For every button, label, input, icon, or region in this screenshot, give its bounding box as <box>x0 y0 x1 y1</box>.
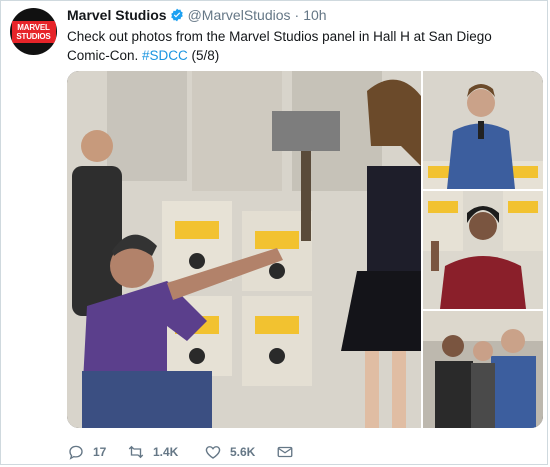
tweet-timestamp[interactable]: 10h <box>303 7 326 23</box>
hashtag-link[interactable]: #SDCC <box>142 48 188 63</box>
photo-grid <box>67 71 543 428</box>
photo-thumb-3[interactable] <box>423 311 543 428</box>
account-name[interactable]: Marvel Studios <box>67 7 167 23</box>
tweet-text-body: Check out photos from the Marvel Studios… <box>67 29 492 63</box>
account-handle[interactable]: @MarvelStudios <box>188 7 291 23</box>
retweet-icon <box>128 445 144 459</box>
avatar[interactable]: MARVEL STUDIOS <box>10 8 57 55</box>
retweet-button[interactable]: 1.4K <box>127 443 204 461</box>
photo-main[interactable] <box>67 71 421 428</box>
tweet-card: MARVEL STUDIOS Marvel Studios @MarvelStu… <box>0 0 548 465</box>
direct-message-button[interactable] <box>276 443 294 461</box>
reply-icon <box>69 445 83 460</box>
retweet-count: 1.4K <box>153 445 179 459</box>
envelope-icon <box>277 446 293 458</box>
reply-button[interactable]: 17 <box>67 443 127 461</box>
photo-thumb-2[interactable] <box>423 191 543 309</box>
tweet-text: Check out photos from the Marvel Studios… <box>67 27 537 65</box>
separator-dot: · <box>294 7 300 23</box>
reply-count: 17 <box>93 445 107 459</box>
verified-badge-icon <box>170 8 183 22</box>
marvel-studios-logo: MARVEL STUDIOS <box>11 20 56 43</box>
tweet-header: Marvel Studios @MarvelStudios · 10h <box>67 7 327 23</box>
photo-thumb-1[interactable] <box>423 71 543 189</box>
heart-icon <box>205 446 221 459</box>
like-count: 5.6K <box>230 445 256 459</box>
like-button[interactable]: 5.6K <box>204 443 276 461</box>
tweet-text-suffix: (5/8) <box>187 48 220 63</box>
tweet-actions: 17 1.4K 5.6K <box>67 442 294 462</box>
